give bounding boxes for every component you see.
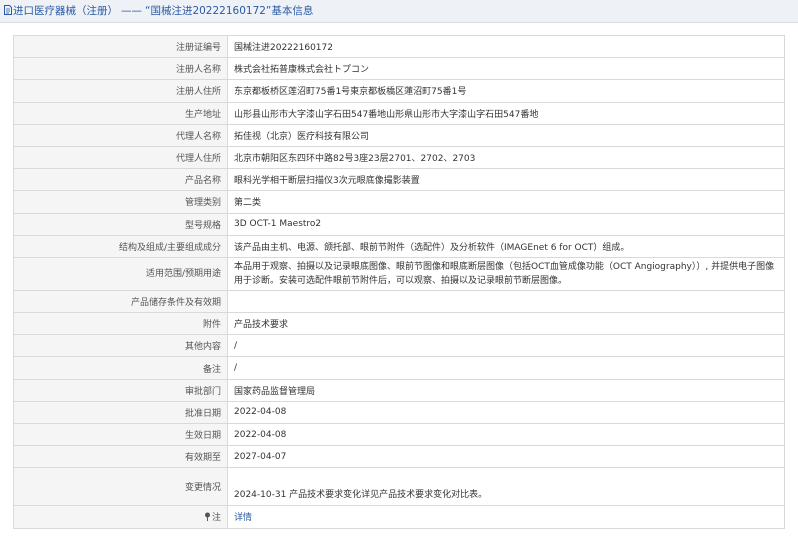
row-value: 3D OCT-1 Maestro2 <box>227 212 785 236</box>
header-separator: —— <box>121 5 142 17</box>
row-value: 北京市朝阳区东四环中路82号3座23层2701、2702、2703 <box>227 145 785 170</box>
table-row: 其他内容 / <box>13 334 785 358</box>
table-row: 注册人名称 株式会社拓普康株式会社トプコン <box>13 57 785 81</box>
row-label: 备注 <box>13 356 228 380</box>
row-label: 审批部门 <box>13 378 228 402</box>
row-value: 株式会社拓普康株式会社トプコン <box>227 57 785 81</box>
row-label: 附件 <box>13 312 228 336</box>
row-value <box>227 289 785 314</box>
table-row: 管理类别 第二类 <box>13 190 785 214</box>
row-value: 眼科光学相干断层扫描仪3次元眼底像撮影装置 <box>227 168 785 192</box>
page-header: 进口医疗器械（注册） —— “国械注进20222160172”基本信息 <box>0 0 798 23</box>
row-label: 适用范围/预期用途 <box>13 256 228 291</box>
row-label: 产品名称 <box>13 168 228 192</box>
table-row: 生效日期 2022-04-08 <box>13 422 785 447</box>
info-container: 注册证编号 国械注进20222160172 注册人名称 株式会社拓普康株式会社トプコ… <box>0 23 798 529</box>
row-label: 生产地址 <box>13 101 228 125</box>
table-row: 注册人住所 东京都板桥区莲沼町75番1号東京都板橋区蓮沼町75番1号 <box>13 79 785 103</box>
row-value: 2027-04-07 <box>227 445 785 469</box>
note-label-text: 注 <box>211 513 221 524</box>
table-row: 附件 产品技术要求 <box>13 312 785 336</box>
row-label: 产品储存条件及有效期 <box>13 289 228 314</box>
row-value: / <box>227 356 785 380</box>
table-row: 有效期至 2027-04-07 <box>13 445 785 469</box>
row-value: 该产品由主机、电源、颌托部、眼前节附件（选配件）及分析软件（IMAGEnet 6… <box>227 234 785 258</box>
row-label: 注册人名称 <box>13 57 228 81</box>
note-value: 详情 <box>227 505 785 529</box>
row-label: 代理人住所 <box>13 145 228 170</box>
row-value: 产品技术要求 <box>227 312 785 336</box>
row-value: 2022-04-08 <box>227 400 785 425</box>
table-row: 审批部门 国家药品监督管理局 <box>13 378 785 402</box>
table-row: 型号规格 3D OCT-1 Maestro2 <box>13 212 785 236</box>
note-label: 注 <box>13 505 228 529</box>
page-title: “国械注进20222160172”基本信息 <box>145 5 314 17</box>
details-link[interactable]: 详情 <box>234 513 252 523</box>
row-value: 拓佳视（北京）医疗科技有限公司 <box>227 123 785 147</box>
row-value: 本品用于观察、拍摄以及记录眼底图像、眼前节图像和眼底断层图像（包括OCT血管成像… <box>227 256 785 291</box>
row-value: 国械注进20222160172 <box>227 34 785 59</box>
table-row: 生产地址 山形县山形市大字漆山字石田547番地山形県山形市大字漆山字石田547番地 <box>13 101 785 125</box>
row-value: 国家药品监督管理局 <box>227 378 785 402</box>
table-row: 注册证编号 国械注进20222160172 <box>13 34 785 59</box>
row-label: 型号规格 <box>13 212 228 236</box>
table-row: 批准日期 2022-04-08 <box>13 400 785 425</box>
row-value: / <box>227 334 785 358</box>
row-label: 注册证编号 <box>13 34 228 59</box>
note-row: 注 详情 <box>13 505 785 529</box>
table-row: 产品名称 眼科光学相干断层扫描仪3次元眼底像撮影装置 <box>13 168 785 192</box>
info-table: 注册证编号 国械注进20222160172 注册人名称 株式会社拓普康株式会社トプコ… <box>13 34 785 529</box>
pin-icon <box>204 512 211 522</box>
table-row: 适用范围/预期用途 本品用于观察、拍摄以及记录眼底图像、眼前节图像和眼底断层图像（… <box>13 256 785 291</box>
row-value: 2022-04-08 <box>227 422 785 447</box>
row-label: 结构及组成/主要组成成分 <box>13 234 228 258</box>
row-value: 东京都板桥区莲沼町75番1号東京都板橋区蓮沼町75番1号 <box>227 79 785 103</box>
table-row: 代理人住所 北京市朝阳区东四环中路82号3座23层2701、2702、2703 <box>13 145 785 170</box>
row-label: 其他内容 <box>13 334 228 358</box>
row-label: 有效期至 <box>13 445 228 469</box>
table-row: 结构及组成/主要组成成分 该产品由主机、电源、颌托部、眼前节附件（选配件）及分析软… <box>13 234 785 258</box>
table-row: 备注 / <box>13 356 785 380</box>
row-label: 代理人名称 <box>13 123 228 147</box>
table-row: 代理人名称 拓佳视（北京）医疗科技有限公司 <box>13 123 785 147</box>
document-icon <box>4 1 12 15</box>
row-label: 生效日期 <box>13 422 228 447</box>
row-value: 山形县山形市大字漆山字石田547番地山形県山形市大字漆山字石田547番地 <box>227 101 785 125</box>
table-row: 变更情况 2024-10-31 产品技术要求变化详见产品技术要求变化对比表。 <box>13 467 785 507</box>
row-label: 管理类别 <box>13 190 228 214</box>
row-label: 变更情况 <box>13 467 228 507</box>
category-link[interactable]: 进口医疗器械（注册） <box>13 5 118 17</box>
row-label: 批准日期 <box>13 400 228 425</box>
row-value: 第二类 <box>227 190 785 214</box>
row-value: 2024-10-31 产品技术要求变化详见产品技术要求变化对比表。 <box>227 467 785 507</box>
row-label: 注册人住所 <box>13 79 228 103</box>
table-row: 产品储存条件及有效期 <box>13 289 785 314</box>
